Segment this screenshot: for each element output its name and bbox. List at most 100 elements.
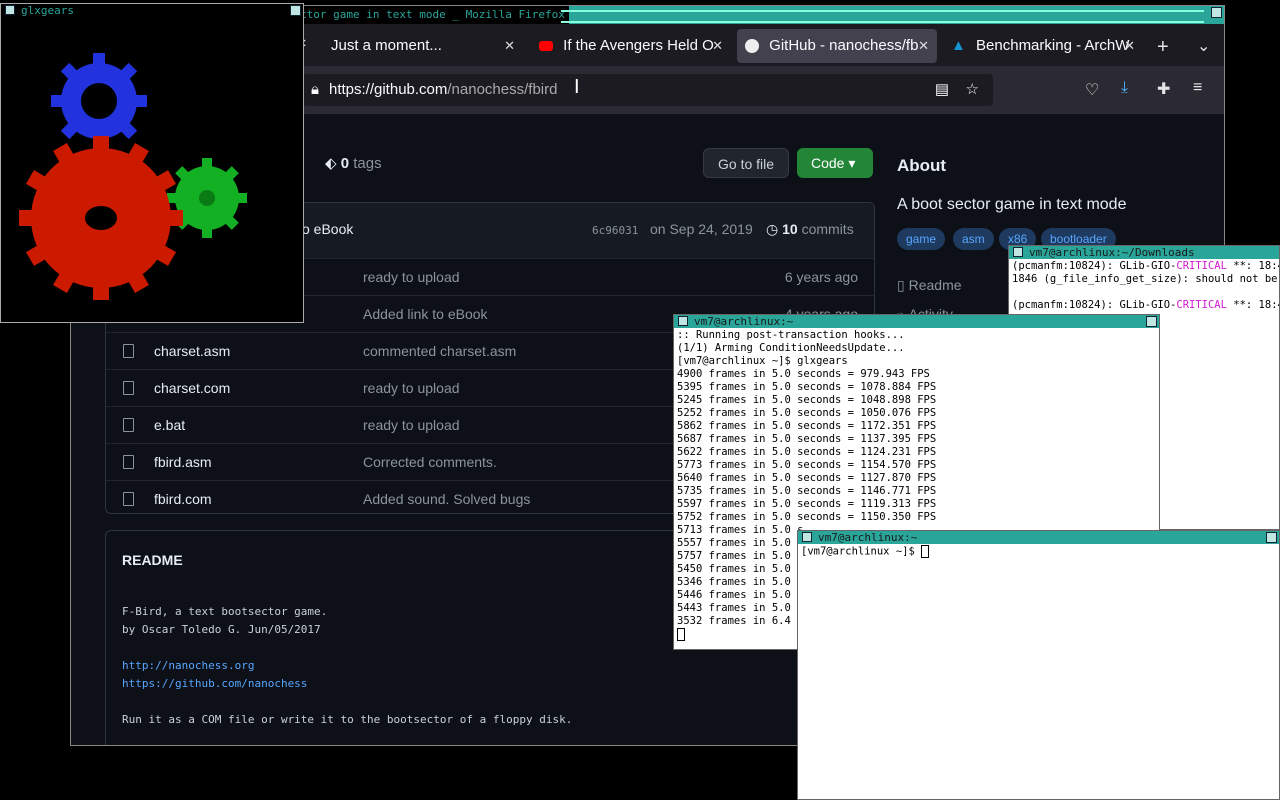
url-bar[interactable]: 🔒︎ https://github.com/nanochess/fbird ▤ ☆: [303, 74, 993, 106]
terminal-new[interactable]: vm7@archlinux:~ [vm7@archlinux ~]$: [797, 530, 1280, 800]
topic-tag[interactable]: game: [897, 228, 946, 250]
maximize-button[interactable]: [1266, 532, 1277, 543]
terminal-line: :: Running post-transaction hooks...: [677, 329, 905, 341]
tags-link[interactable]: ⬖ 0 tags: [325, 154, 382, 172]
terminal-text: **: 18:47:: [1233, 299, 1279, 311]
arch-icon: ▲: [951, 37, 966, 54]
terminal-title: vm7@archlinux:~: [694, 315, 794, 328]
terminal-text: (pcmanfm:10824): GLib-GIO-: [1012, 299, 1177, 311]
readme-line: F-Bird, a text bootsector game.: [122, 605, 328, 618]
readme-link[interactable]: https://github.com/nanochess: [122, 677, 307, 690]
download-icon[interactable]: ⤓: [1121, 79, 1128, 97]
go-to-file-button[interactable]: Go to file: [703, 148, 790, 178]
terminal-output[interactable]: [vm7@archlinux ~]$: [801, 545, 1279, 799]
terminal-titlebar[interactable]: vm7@archlinux:~: [798, 531, 1279, 544]
file-name[interactable]: charset.asm: [154, 333, 230, 370]
titlebar-stripes: [561, 10, 1204, 23]
readme-title: README: [122, 552, 183, 568]
tab-just-a-moment[interactable]: Just a moment... ✕: [323, 29, 523, 63]
tab-label: GitHub - nanochess/fb: [769, 37, 919, 54]
tag-icon: ⬖: [325, 155, 337, 172]
window-menu-icon[interactable]: [1013, 247, 1023, 257]
readme-link[interactable]: http://nanochess.org: [122, 659, 254, 672]
terminal-titlebar[interactable]: vm7@archlinux:~: [674, 315, 1159, 328]
window-menu-icon[interactable]: [802, 532, 812, 542]
glxgears-titlebar[interactable]: glxgears: [1, 4, 303, 17]
close-icon[interactable]: ✕: [504, 29, 515, 63]
lock-icon: 🔒︎: [311, 81, 319, 98]
readme-link-label: Readme: [908, 277, 962, 293]
terminal-line: (pcmanfm:10824): GLib-GIO-CRITICAL **: 1…: [1012, 299, 1279, 312]
close-icon[interactable]: ✕: [712, 29, 723, 63]
about-title: About: [897, 156, 947, 175]
critical-label: CRITICAL: [1176, 299, 1227, 311]
maximize-button[interactable]: [1211, 7, 1222, 18]
terminal-text: **: 18:47:: [1233, 260, 1279, 272]
file-commit-message[interactable]: commented charset.asm: [363, 333, 516, 370]
bookmark-star-icon[interactable]: ☆: [966, 74, 979, 106]
commits-link[interactable]: ◷ 10 commits: [766, 221, 854, 238]
tab-label: Benchmarking - ArchW: [976, 37, 1130, 54]
file-icon: [123, 455, 134, 469]
chevron-down-icon[interactable]: ⌄: [1197, 36, 1210, 56]
maximize-button[interactable]: [1146, 316, 1157, 327]
readme-line: Run it as a COM file or write it to the …: [122, 713, 573, 726]
commit-message[interactable]: o eBook: [302, 221, 353, 237]
close-icon[interactable]: ✕: [918, 29, 929, 63]
file-commit-message[interactable]: Added sound. Solved bugs: [363, 481, 530, 518]
window-menu-icon[interactable]: [678, 316, 688, 326]
terminal-titlebar[interactable]: vm7@archlinux:~/Downloads: [1009, 246, 1279, 259]
text-cursor: [677, 628, 685, 641]
file-commit-message[interactable]: ready to upload: [363, 370, 460, 407]
terminal-line: 5640 frames in 5.0 seconds = 1127.870 FP…: [677, 472, 937, 484]
terminal-line: 5752 frames in 5.0 seconds = 1150.350 FP…: [677, 511, 937, 523]
close-icon[interactable]: ✕: [1124, 29, 1135, 63]
file-commit-message[interactable]: Corrected comments.: [363, 444, 497, 481]
file-icon: [123, 418, 134, 432]
terminal-line: 1846 (g_file_info_get_size): should not …: [1012, 273, 1279, 286]
readme-sidebar-link[interactable]: ▯ Readme: [897, 277, 962, 294]
commit-hash[interactable]: 6c96031: [592, 224, 638, 237]
blue-gear-icon: [51, 53, 147, 149]
file-icon: [123, 344, 134, 358]
github-icon: [745, 39, 759, 54]
tab-archwiki[interactable]: ▲ Benchmarking - ArchW ✕: [943, 29, 1143, 63]
topic-tag[interactable]: asm: [953, 228, 994, 250]
reader-view-icon[interactable]: ▤: [935, 74, 949, 106]
commits-count: 10: [782, 221, 798, 237]
extensions-icon[interactable]: ✚: [1157, 79, 1170, 99]
tab-github[interactable]: GitHub - nanochess/fb ✕: [737, 29, 937, 63]
menu-icon[interactable]: ≡: [1193, 79, 1202, 97]
file-name[interactable]: charset.com: [154, 370, 230, 407]
maximize-button[interactable]: [290, 5, 301, 16]
file-age: 6 years ago: [784, 269, 858, 285]
new-tab-icon[interactable]: +: [1157, 36, 1169, 59]
url-path: /nanochess/fbird: [447, 81, 558, 98]
terminal-title: vm7@archlinux:~: [818, 531, 918, 544]
pocket-icon[interactable]: ♡: [1085, 80, 1099, 100]
tab-label: Just a moment...: [331, 37, 442, 54]
tab-avengers[interactable]: If the Avengers Held O ✕: [531, 29, 731, 63]
file-commit-message[interactable]: Added link to eBook: [363, 296, 488, 333]
file-name[interactable]: fbird.com: [154, 481, 212, 518]
firefox-title: ctor game in text mode _ Mozilla Firefox: [296, 6, 569, 24]
file-commit-message[interactable]: ready to upload: [363, 259, 460, 296]
terminal-line: 5597 frames in 5.0 seconds = 1119.313 FP…: [677, 498, 937, 510]
glxgears-title: glxgears: [21, 4, 74, 17]
critical-label: CRITICAL: [1176, 260, 1227, 272]
gears-canvas: [19, 53, 247, 300]
terminal-line: 5252 frames in 5.0 seconds = 1050.076 FP…: [677, 407, 937, 419]
file-name[interactable]: fbird.asm: [154, 444, 212, 481]
terminal-title: vm7@archlinux:~/Downloads: [1029, 246, 1195, 259]
file-name[interactable]: e.bat: [154, 407, 185, 444]
terminal-text: 1846 (g_file_info_get_size): should not …: [1012, 273, 1280, 285]
code-button[interactable]: Code ▾: [797, 148, 873, 178]
text-cursor-icon: I: [574, 76, 580, 98]
red-gear-icon: [19, 136, 183, 300]
file-commit-message[interactable]: ready to upload: [363, 407, 460, 444]
commit-date: on Sep 24, 2019: [650, 221, 753, 237]
readme-line: by Oscar Toledo G. Jun/05/2017: [122, 623, 321, 636]
window-menu-icon[interactable]: [5, 5, 15, 15]
terminal-line: 5395 frames in 5.0 seconds = 1078.884 FP…: [677, 381, 937, 393]
tags-label: tags: [353, 155, 382, 172]
